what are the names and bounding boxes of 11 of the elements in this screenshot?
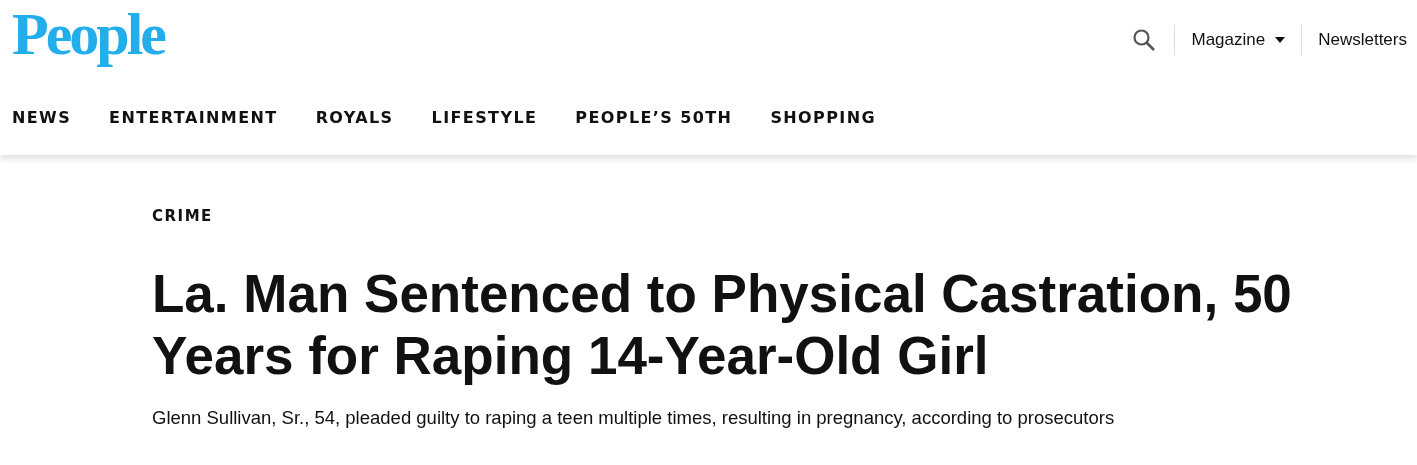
header-link[interactable]: Magazine	[1175, 30, 1302, 50]
article-subtitle: Glenn Sullivan, Sr., 54, pleaded guilty to raping a teen multiple times, resulting in pregnancy, according to prosecutors	[152, 407, 1116, 429]
header-link[interactable]: Newsletters	[1302, 30, 1407, 50]
article-title: La. Man Sentenced to Physical Castration, 50 Years for Raping 14-Year-Old Girl	[152, 263, 1293, 387]
nav-link[interactable]: NEWS	[12, 108, 72, 127]
nav-link[interactable]: SHOPPING	[770, 108, 877, 127]
nav-link[interactable]: PEOPLE’S 50TH	[575, 108, 733, 127]
category-label[interactable]: CRIME	[152, 207, 1417, 225]
nav-link[interactable]: LIFESTYLE	[431, 108, 538, 127]
nav-link[interactable]: ROYALS	[315, 108, 394, 127]
nav-link[interactable]: ENTERTAINMENT	[109, 108, 278, 127]
